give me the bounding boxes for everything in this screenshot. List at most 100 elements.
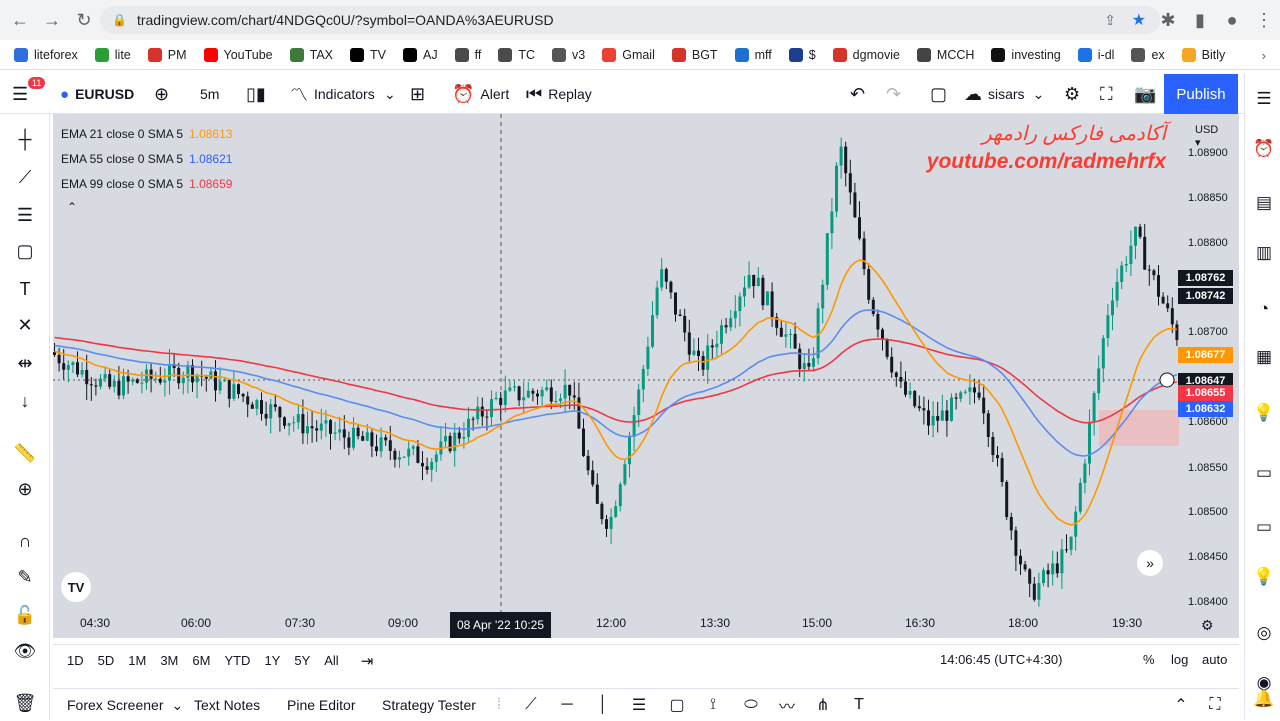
forward-icon[interactable]: → xyxy=(36,4,68,36)
extensions-icon[interactable]: ✱ xyxy=(1152,4,1184,36)
indicators-button[interactable]: 〽 Indicators xyxy=(290,74,375,114)
percent-scale-toggle[interactable]: % xyxy=(1143,652,1155,667)
messages-icon[interactable]: ▭ xyxy=(1251,514,1277,540)
path-tool-icon[interactable]: ⟟ xyxy=(701,693,725,717)
ruler-icon[interactable]: 📏 xyxy=(10,438,40,468)
tips-icon[interactable]: 💡 xyxy=(1251,564,1277,590)
undo-button[interactable]: ↶ xyxy=(850,74,871,114)
watchlist-icon[interactable]: ☰ xyxy=(1251,86,1277,112)
prediction-icon[interactable]: ⇹ xyxy=(10,348,40,378)
bookmark-mff[interactable]: mff xyxy=(734,47,772,62)
address-bar[interactable]: 🔒 tradingview.com/chart/4NDGQc0U/?symbol… xyxy=(100,6,1160,34)
bookmark-mcch[interactable]: MCCH xyxy=(916,47,974,62)
bookmark-liteforex[interactable]: liteforex xyxy=(14,47,78,62)
eye-icon[interactable]: 👁 xyxy=(10,636,40,666)
interval-button[interactable]: 5m xyxy=(200,74,219,114)
ellipse-tool-icon[interactable]: ⬭ xyxy=(739,693,763,717)
bookmark-bitly[interactable]: Bitly xyxy=(1181,47,1225,62)
horizontal-line-icon[interactable]: ─ xyxy=(555,693,579,717)
fib-retracement-icon[interactable]: ☰ xyxy=(627,693,651,717)
auto-scale-toggle[interactable]: auto xyxy=(1202,652,1227,667)
collapse-legend-icon[interactable]: ⌃ xyxy=(67,200,77,214)
bookmark-bgt[interactable]: BGT xyxy=(671,47,718,62)
layout-grid-button[interactable]: ⊞ xyxy=(410,74,431,114)
range-1y[interactable]: 1Y xyxy=(264,653,280,668)
legend-row-ema2[interactable]: EMA 55 close 0 SMA 5 1.08621 xyxy=(61,147,232,172)
range-ytd[interactable]: YTD xyxy=(224,653,250,668)
bookmark-youtube[interactable]: YouTube xyxy=(203,47,273,62)
share-icon[interactable]: ⇪ xyxy=(1104,12,1116,29)
bookmark-star-icon[interactable]: ★ xyxy=(1132,10,1146,30)
reload-icon[interactable]: ↻ xyxy=(68,4,100,36)
notifications-bell-icon[interactable]: 🔔 xyxy=(1251,686,1277,712)
bookmark-idl[interactable]: i-dl xyxy=(1077,47,1114,62)
layout-name-button[interactable]: ☁ sisars ⌄ xyxy=(964,74,1044,114)
draw-lock-icon[interactable]: ✎ xyxy=(10,562,40,592)
bookmark-ex[interactable]: ex xyxy=(1131,47,1165,62)
bookmark-aj[interactable]: AJ xyxy=(403,47,438,62)
side-panel-icon[interactable]: ▮ xyxy=(1184,4,1216,36)
fullscreen-mode-button[interactable]: ▢ xyxy=(930,74,953,114)
rectangle-tool-icon[interactable]: ▢ xyxy=(665,693,689,717)
drag-handle-icon[interactable]: ⁞ xyxy=(487,693,511,717)
bookmark-dgmovie[interactable]: dgmovie xyxy=(832,47,900,62)
bookmark-v3[interactable]: v3 xyxy=(552,47,585,62)
tab-text-notes[interactable]: Text Notes xyxy=(194,689,260,721)
bookmark-investing[interactable]: investing xyxy=(991,47,1061,62)
range-1m[interactable]: 1M xyxy=(128,653,146,668)
legend-row-ema3[interactable]: EMA 99 close 0 SMA 5 1.08659 xyxy=(61,172,232,197)
legend-row-ema1[interactable]: EMA 21 close 0 SMA 5 1.08613 xyxy=(61,122,232,147)
bookmark-gmail[interactable]: Gmail xyxy=(602,47,655,62)
alert-button[interactable]: ⏰ Alert xyxy=(452,74,509,114)
tradingview-logo[interactable]: TV xyxy=(61,572,91,602)
chat-icon[interactable]: ▭ xyxy=(1251,460,1277,486)
compare-symbol-button[interactable]: ⊕ xyxy=(154,74,175,114)
zoom-in-icon[interactable]: ⊕ xyxy=(10,474,40,504)
range-5y[interactable]: 5Y xyxy=(294,653,310,668)
range-5d[interactable]: 5D xyxy=(98,653,115,668)
arrow-down-icon[interactable]: ↓ xyxy=(10,386,40,416)
pitchfork-tool-icon[interactable]: ⋔ xyxy=(811,693,835,717)
expand-button[interactable]: ⛶ xyxy=(1100,74,1119,114)
indicator-templates-icon[interactable]: ⌄ xyxy=(384,74,396,114)
tab-strategy-tester[interactable]: Strategy Tester xyxy=(382,689,476,721)
back-icon[interactable]: ← xyxy=(4,4,36,36)
bookmark-[interactable]: $ xyxy=(788,47,816,62)
data-window-icon[interactable]: ▤ xyxy=(1251,190,1277,216)
utc-clock[interactable]: 14:06:45 (UTC+4:30) xyxy=(940,652,1062,667)
magnet-icon[interactable]: ∩ xyxy=(10,526,40,556)
log-scale-toggle[interactable]: log xyxy=(1171,652,1188,667)
range-1d[interactable]: 1D xyxy=(67,653,84,668)
text-tool-icon[interactable]: T xyxy=(847,693,871,717)
news-icon[interactable]: ◔ xyxy=(1251,296,1277,322)
collapse-panel-icon[interactable]: ⌃ xyxy=(1169,693,1193,717)
maximize-panel-icon[interactable]: ⛶ xyxy=(1203,693,1227,717)
redo-button[interactable]: ↷ xyxy=(886,74,907,114)
tab-pine-editor[interactable]: Pine Editor xyxy=(287,689,355,721)
publish-button[interactable]: Publish xyxy=(1164,74,1238,114)
snapshot-button[interactable]: 📷 xyxy=(1134,74,1162,114)
bookmark-pm[interactable]: PM xyxy=(147,47,187,62)
bookmark-tax[interactable]: TAX xyxy=(289,47,333,62)
trendline-tool-icon[interactable]: ⟋ xyxy=(519,693,543,717)
rectangle-icon[interactable]: ▢ xyxy=(10,236,40,266)
crosshair-icon[interactable]: ┼ xyxy=(10,124,40,154)
bookmark-tc[interactable]: TC xyxy=(498,47,535,62)
bookmark-lite[interactable]: lite xyxy=(94,47,131,62)
alerts-clock-icon[interactable]: ⏰ xyxy=(1251,136,1277,162)
vertical-line-icon[interactable]: │ xyxy=(591,693,615,717)
ideas-bulb-icon[interactable]: 💡 xyxy=(1251,400,1277,426)
currency-selector[interactable]: USD ▾ xyxy=(1195,124,1218,149)
broadcast-icon[interactable]: ◎ xyxy=(1251,620,1277,646)
chart-pane[interactable]: EMA 21 close 0 SMA 5 1.08613 EMA 55 close … xyxy=(53,114,1239,638)
goto-date-icon[interactable]: ⇥ xyxy=(361,652,374,670)
range-6m[interactable]: 6M xyxy=(192,653,210,668)
profile-avatar[interactable]: ● xyxy=(1216,4,1248,36)
symbol-search-button[interactable]: ● EURUSD xyxy=(60,74,134,114)
time-axis[interactable]: 19:30 18:00 16:30 15:00 13:30 12:00 09:00 07:30… xyxy=(53,612,1175,638)
lock-icon[interactable]: 🔓 xyxy=(10,600,40,630)
more-bookmarks-icon[interactable]: › xyxy=(1262,48,1266,63)
axis-settings-gear-icon[interactable]: ⚙ xyxy=(1201,617,1214,634)
chart-type-button[interactable]: ▯▮ xyxy=(246,74,272,114)
range-all[interactable]: All xyxy=(324,653,338,668)
